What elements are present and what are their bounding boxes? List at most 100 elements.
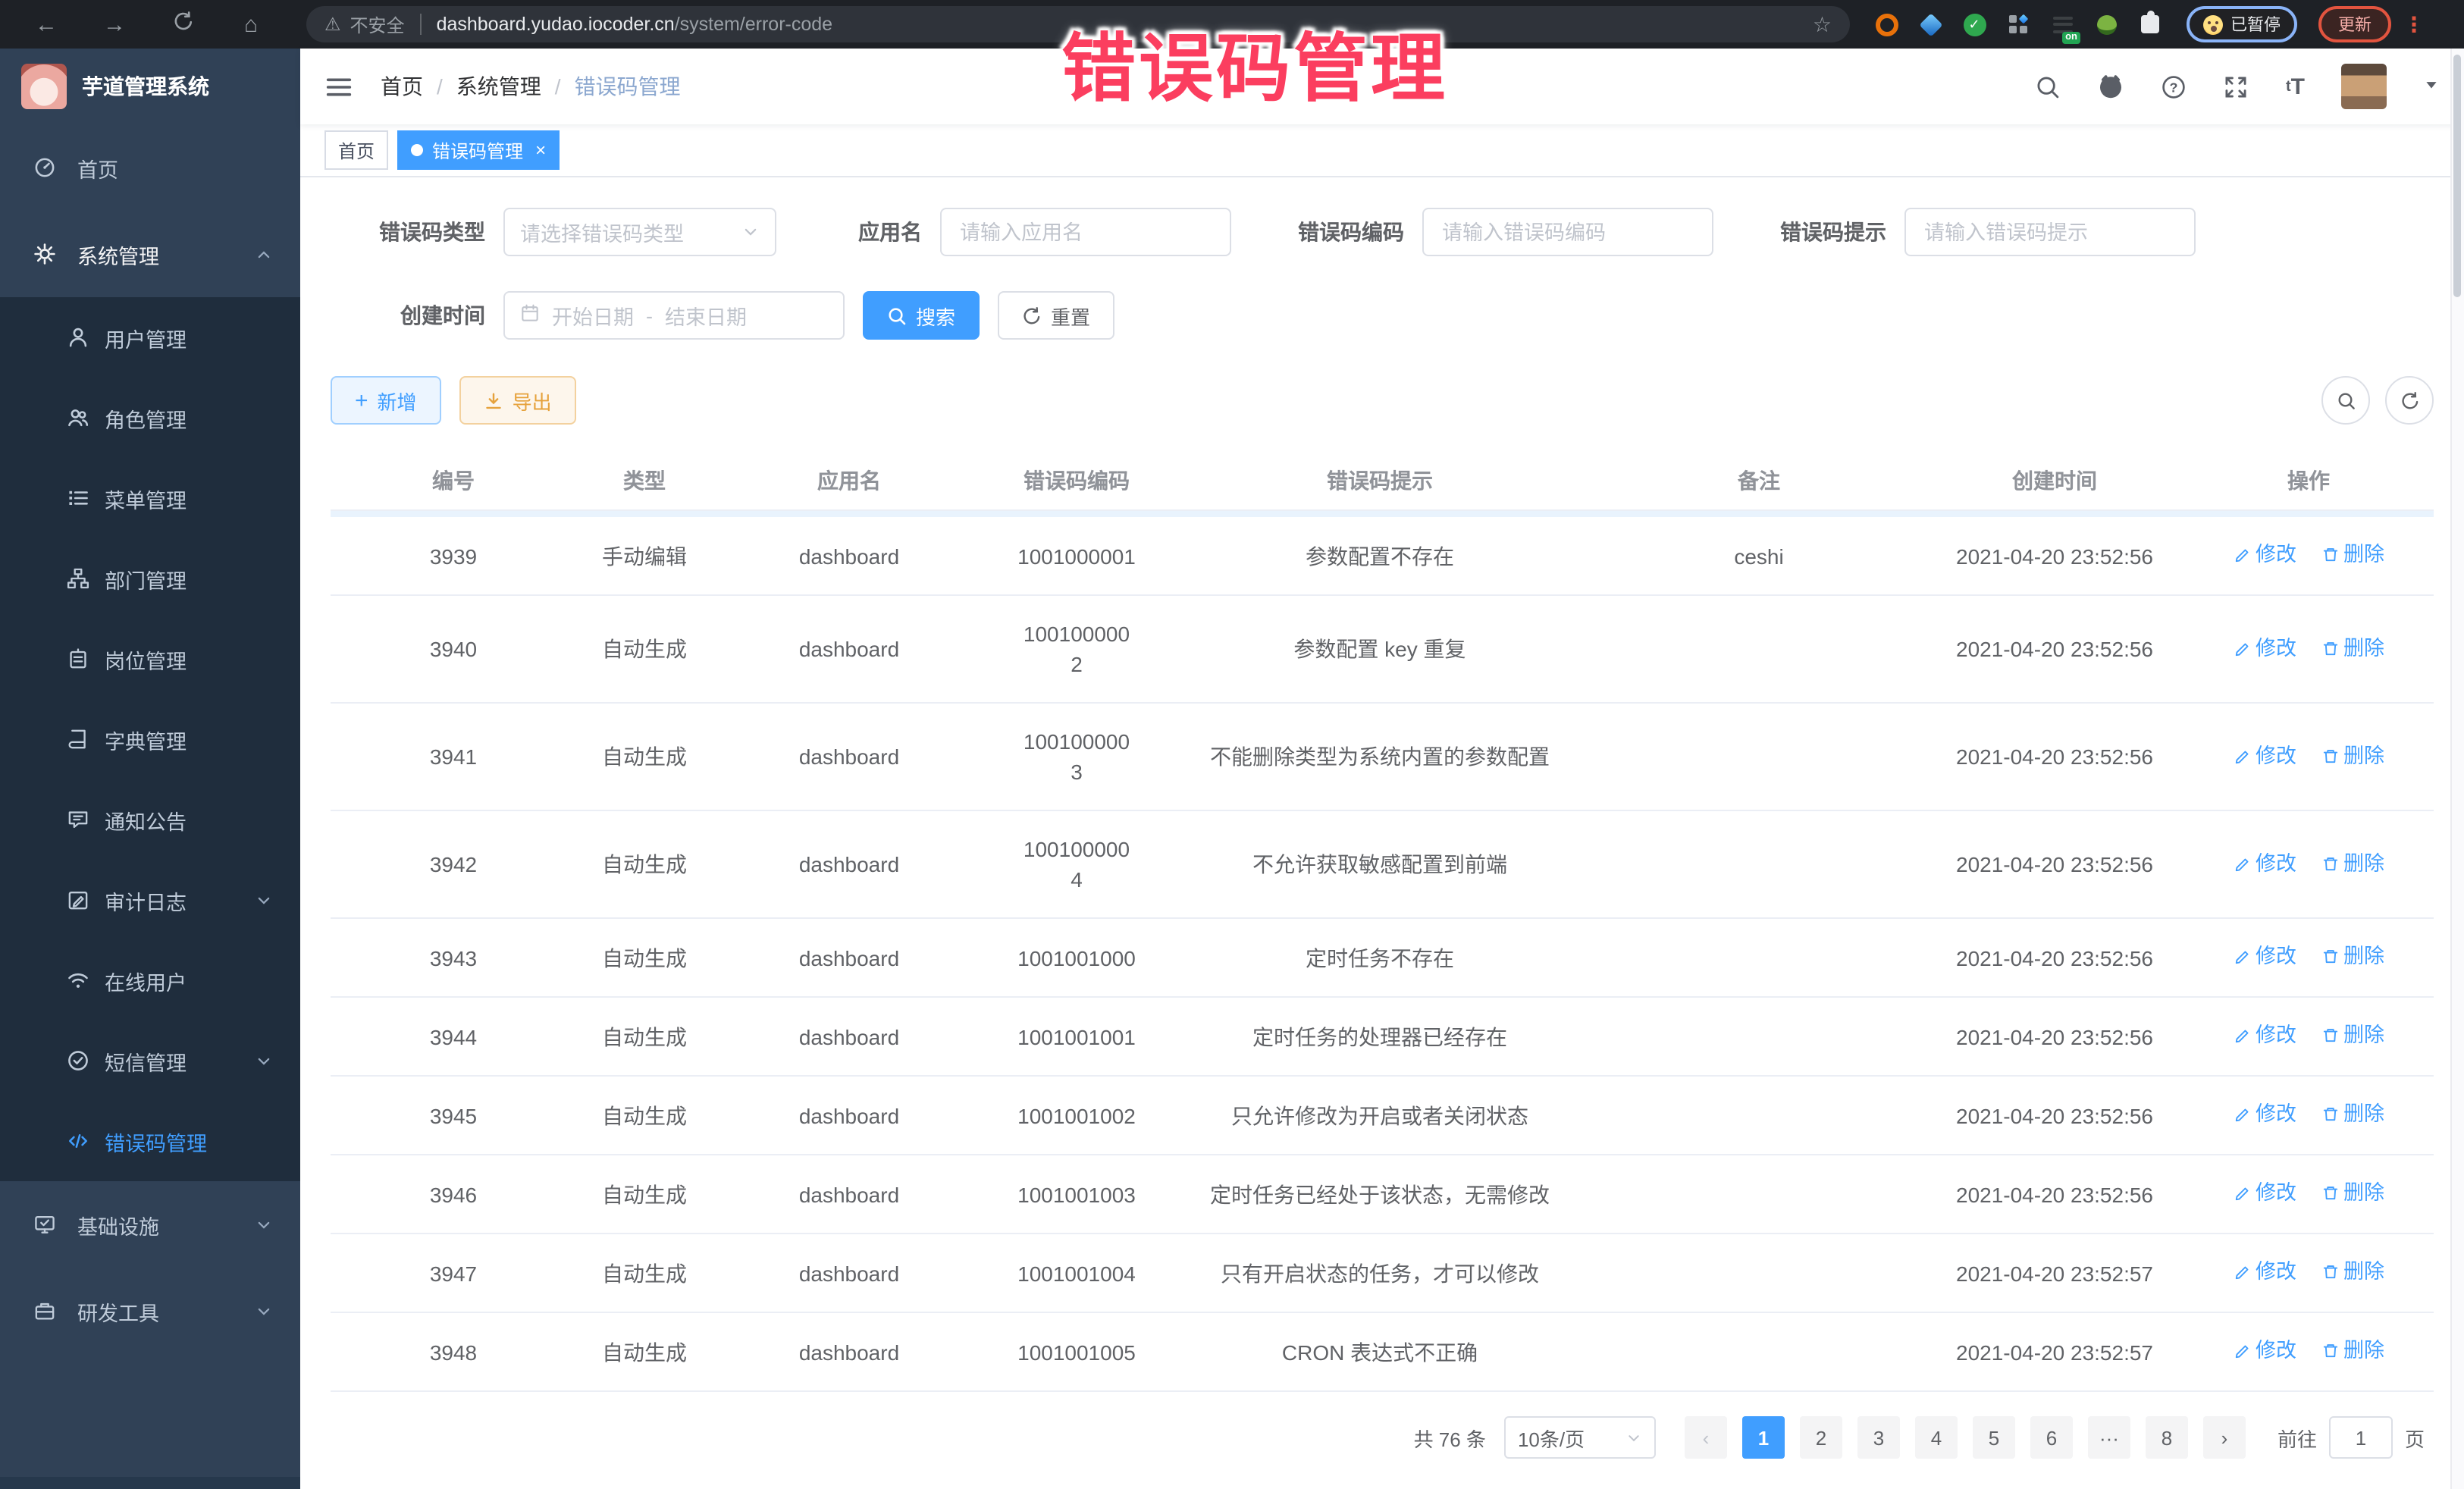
add-button[interactable]: +新增 [331,376,441,425]
home-icon[interactable]: ⌂ [217,11,285,37]
edit-link[interactable]: 修改 [2233,942,2296,972]
sidebar-item-6[interactable]: 岗位管理 [0,619,300,699]
extension-spy-icon[interactable] [2094,12,2118,36]
table-row[interactable]: 3941自动生成dashboard1001000003不能删除类型为系统内置的参… [331,703,2434,810]
help-icon[interactable]: ? [2161,74,2187,99]
edit-link[interactable]: 修改 [2233,1257,2296,1287]
table-row[interactable]: 3947自动生成dashboard1001001004只有开启状态的任务，才可以… [331,1234,2434,1312]
page-button-5[interactable]: 5 [1973,1416,2015,1459]
font-size-icon[interactable]: tT [2286,74,2305,99]
extension-list-icon[interactable]: on [2050,12,2074,36]
search-button[interactable]: 搜索 [863,291,980,340]
close-icon[interactable]: × [535,139,546,161]
sidebar-item-8[interactable]: 通知公告 [0,779,300,860]
edit-link[interactable]: 修改 [2233,1099,2296,1130]
row-app: dashboard [713,703,986,810]
page-button-1[interactable]: 1 [1742,1416,1785,1459]
table-row[interactable]: 3944自动生成dashboard1001001001定时任务的处理器已经存在2… [331,997,2434,1076]
delete-link[interactable]: 删除 [2321,540,2384,570]
avatar-caret-icon[interactable] [2423,73,2440,100]
extensions-puzzle-icon[interactable] [2138,12,2162,36]
github-icon[interactable] [2098,73,2125,100]
next-page-button[interactable]: › [2203,1416,2246,1459]
reload-icon[interactable] [149,11,217,38]
sidebar-item-1[interactable]: 系统管理 [0,211,300,297]
export-button[interactable]: 导出 [459,376,576,425]
goto-page-input[interactable] [2329,1416,2393,1459]
reset-button[interactable]: 重置 [998,291,1114,340]
toggle-search-button[interactable] [2321,376,2370,425]
edit-link[interactable]: 修改 [2233,633,2296,663]
forward-icon[interactable]: → [80,11,149,37]
fullscreen-icon[interactable] [2224,74,2249,99]
browser-menu-icon[interactable]: ⋮ [2403,11,2425,37]
back-icon[interactable]: ← [12,11,80,37]
page-button-8[interactable]: 8 [2146,1416,2188,1459]
error-msg-input[interactable] [1904,208,2196,256]
page-button-3[interactable]: 3 [1857,1416,1900,1459]
edit-link[interactable]: 修改 [2233,741,2296,771]
search-icon[interactable] [2036,74,2061,99]
table-row[interactable]: 3940自动生成dashboard1001000002参数配置 key 重复20… [331,595,2434,703]
avatar[interactable] [2341,64,2387,109]
sidebar-item-0[interactable]: 首页 [0,124,300,211]
delete-link[interactable]: 删除 [2321,1020,2384,1051]
delete-link[interactable]: 删除 [2321,1257,2384,1287]
sidebar-item-10[interactable]: 在线用户 [0,940,300,1020]
breadcrumb-item-0[interactable]: 首页 [381,71,423,102]
extension-grid-icon[interactable] [2006,12,2030,36]
delete-link[interactable]: 删除 [2321,741,2384,771]
hamburger-icon[interactable] [324,72,353,101]
extension-ring-icon[interactable] [1874,12,1898,36]
delete-link[interactable]: 删除 [2321,1336,2384,1366]
table-row[interactable]: 3939手动编辑dashboard1001000001参数配置不存在ceshi2… [331,517,2434,595]
sidebar-item-2[interactable]: 用户管理 [0,297,300,378]
app-logo-row[interactable]: 芋道管理系统 [0,49,300,124]
sidebar-item-12[interactable]: 错误码管理 [0,1101,300,1181]
edit-link[interactable]: 修改 [2233,848,2296,879]
tab-0[interactable]: 首页 [324,130,388,170]
scrollbar-thumb[interactable] [2453,55,2461,297]
date-range-picker[interactable]: 开始日期 - 结束日期 [503,291,845,340]
delete-link[interactable]: 删除 [2321,1178,2384,1208]
edit-link[interactable]: 修改 [2233,540,2296,570]
table-row[interactable]: 3943自动生成dashboard1001001000定时任务不存在2021-0… [331,918,2434,997]
page-button-6[interactable]: 6 [2030,1416,2073,1459]
app-name-input[interactable] [940,208,1231,256]
page-size-select[interactable]: 10条/页 [1504,1416,1656,1459]
sidebar-item-13[interactable]: 基础设施 [0,1181,300,1268]
table-row[interactable]: 3942自动生成dashboard1001000004不允许获取敏感配置到前端2… [331,810,2434,918]
sidebar-item-11[interactable]: 短信管理 [0,1020,300,1101]
tab-1[interactable]: 错误码管理× [397,130,560,170]
extension-gem-icon[interactable] [1918,12,1942,36]
table-row[interactable]: 3948自动生成dashboard1001001005CRON 表达式不正确20… [331,1312,2434,1391]
sidebar-item-14[interactable]: 研发工具 [0,1268,300,1354]
edit-link[interactable]: 修改 [2233,1020,2296,1051]
bookmark-star-icon[interactable]: ☆ [1813,11,1832,37]
table-row[interactable]: 3945自动生成dashboard1001001002只允许修改为开启或者关闭状… [331,1076,2434,1155]
delete-link[interactable]: 删除 [2321,1099,2384,1130]
browser-update-button[interactable]: 更新 [2318,6,2391,42]
edit-link[interactable]: 修改 [2233,1336,2296,1366]
page-scrollbar[interactable] [2450,49,2464,1489]
table-row[interactable]: 3946自动生成dashboard1001001003定时任务已经处于该状态，无… [331,1155,2434,1234]
refresh-table-button[interactable] [2385,376,2434,425]
sidebar-item-9[interactable]: 审计日志 [0,860,300,940]
delete-link[interactable]: 删除 [2321,633,2384,663]
delete-link[interactable]: 删除 [2321,942,2384,972]
paused-extension-badge[interactable]: 已暂停 [2187,6,2297,42]
delete-link[interactable]: 删除 [2321,848,2384,879]
error-code-input[interactable] [1422,208,1713,256]
page-ellipsis[interactable]: ··· [2088,1416,2130,1459]
page-button-2[interactable]: 2 [1800,1416,1842,1459]
prev-page-button[interactable]: ‹ [1685,1416,1727,1459]
sidebar-item-4[interactable]: 菜单管理 [0,458,300,538]
sidebar-item-7[interactable]: 字典管理 [0,699,300,779]
extension-check-icon[interactable]: ✓ [1962,12,1986,36]
page-button-4[interactable]: 4 [1915,1416,1958,1459]
edit-link[interactable]: 修改 [2233,1178,2296,1208]
error-type-select[interactable]: 请选择错误码类型 [503,208,776,256]
sidebar-item-5[interactable]: 部门管理 [0,538,300,619]
sidebar-item-3[interactable]: 角色管理 [0,378,300,458]
breadcrumb-item-1[interactable]: 系统管理 [456,71,541,102]
